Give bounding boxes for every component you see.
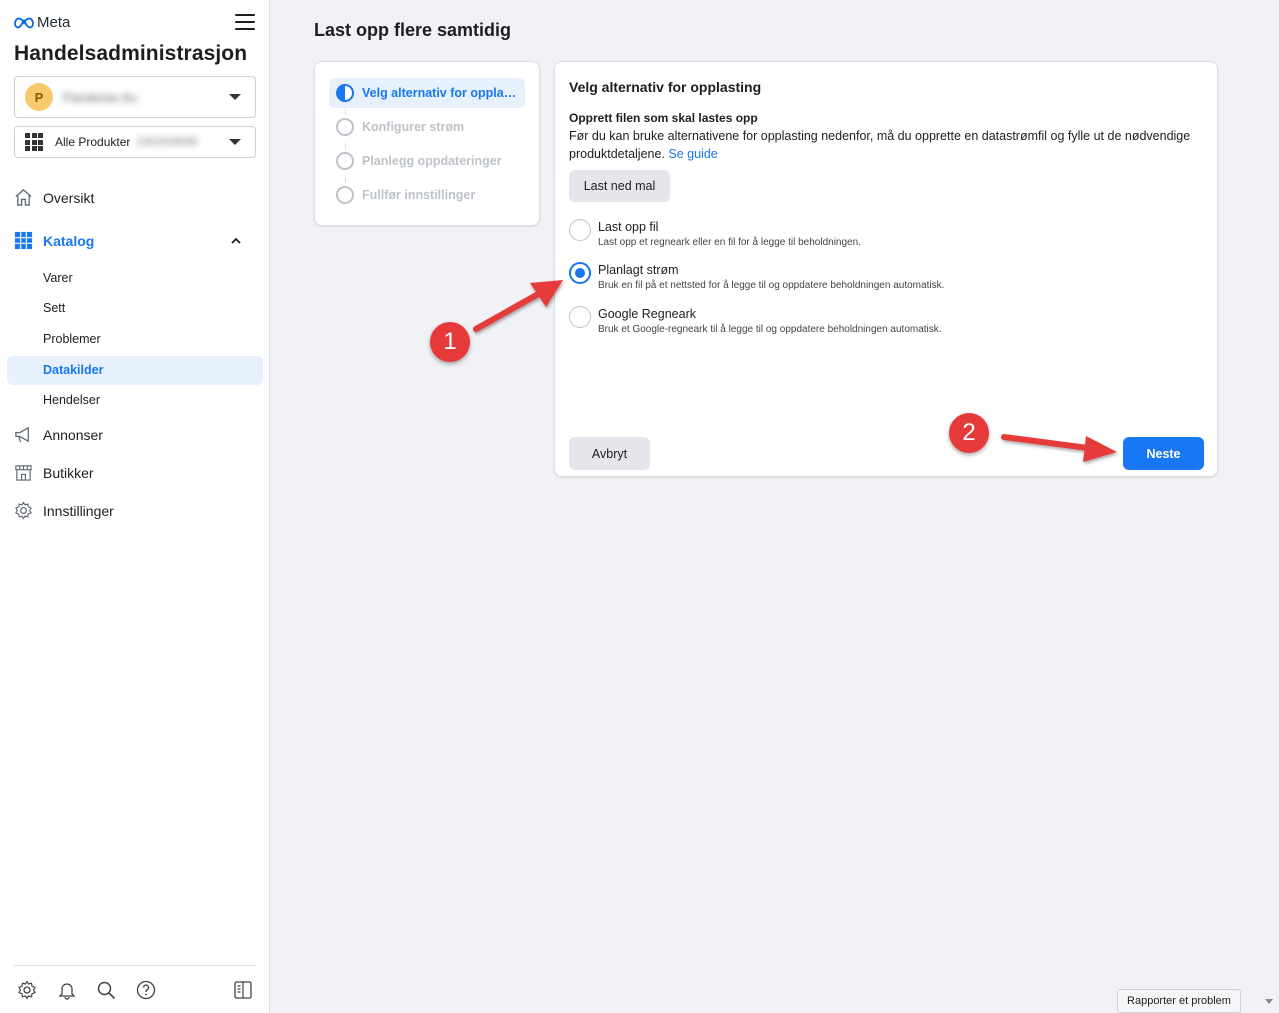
option-google-sheets[interactable]: Google Regneark Bruk et Google-regneark … [569, 306, 942, 335]
arrow-to-scheduled-feed [473, 280, 563, 332]
meta-logo[interactable]: Meta [14, 14, 70, 31]
home-icon [15, 189, 32, 206]
grid-icon [25, 133, 43, 151]
option-description: Bruk et Google-regneark til å legge til … [598, 324, 942, 335]
avatar: P [25, 83, 53, 111]
subnav-items[interactable]: Varer [43, 271, 73, 285]
option-label: Google Regneark [598, 307, 696, 321]
nav-overview-label: Oversikt [43, 189, 95, 206]
caret-down-icon [229, 139, 241, 145]
report-problem-button[interactable]: Rapporter et problem [1117, 989, 1241, 1013]
store-icon [15, 465, 32, 481]
see-guide-link[interactable]: Se guide [668, 147, 717, 161]
description-text: Før du kan bruke alternativene for oppla… [569, 129, 1191, 161]
subnav-sets[interactable]: Sett [43, 301, 65, 315]
meta-brand-text: Meta [37, 14, 71, 31]
card-subtitle: Opprett filen som skal lastes opp [569, 111, 758, 125]
nav-overview[interactable]: Oversikt [14, 188, 94, 207]
upload-option-card: Velg alternativ for opplasting Opprett f… [554, 61, 1218, 477]
radio-google-sheets[interactable] [569, 306, 591, 328]
help-icon[interactable] [136, 980, 156, 1000]
nav-catalog-label: Katalog [43, 232, 95, 249]
step-label: Fullfør innstillinger [362, 188, 476, 202]
settings-gear-icon[interactable] [17, 980, 37, 1000]
annotation-badge-2: 2 [949, 413, 989, 453]
option-label: Last opp fil [598, 220, 659, 234]
catalog-grid-icon [14, 231, 33, 250]
menu-icon[interactable] [235, 14, 255, 32]
sidebar-bottom-divider [14, 965, 256, 966]
radio-scheduled-feed[interactable] [569, 262, 591, 284]
page-title: Last opp flere samtidig [314, 20, 512, 40]
radio-upload-file[interactable] [569, 219, 591, 241]
sidebar: Meta Handelsadministrasjon P Pandoras As… [0, 0, 270, 1013]
download-template-button[interactable]: Last ned mal [569, 170, 670, 202]
option-description: Bruk en fil på et nettsted for å legge t… [598, 280, 945, 291]
account-selector[interactable]: P Pandoras As [14, 76, 256, 118]
next-button[interactable]: Neste [1123, 437, 1204, 470]
step-finish-settings[interactable]: Fullfør innstillinger [329, 180, 525, 210]
sidebar-toggle-icon[interactable] [233, 980, 253, 1000]
search-icon[interactable] [96, 980, 116, 1000]
nav-shops-label: Butikker [43, 464, 94, 481]
app-title: Handelsadministrasjon [14, 42, 248, 65]
nav-ads-label: Annonser [43, 426, 103, 443]
step-pending-icon [336, 186, 354, 204]
caret-down-icon [229, 94, 241, 100]
subnav-data-sources[interactable]: Datakilder [43, 363, 103, 377]
step-choose-upload-option[interactable]: Velg alternativ for opplasting [329, 78, 525, 108]
option-label: Planlagt strøm [598, 263, 679, 277]
steps-panel: Velg alternativ for opplasting Konfigure… [314, 61, 540, 226]
option-scheduled-feed[interactable]: Planlagt strøm Bruk en fil på et nettste… [569, 262, 944, 291]
cancel-button[interactable]: Avbryt [569, 437, 650, 470]
nav-shops[interactable]: Butikker [14, 463, 94, 482]
account-name: Pandoras As [63, 89, 137, 105]
product-selector-label: Alle Produkter [55, 135, 131, 149]
step-pending-icon [336, 152, 354, 170]
step-configure-feed[interactable]: Konfigurer strøm [329, 112, 525, 142]
product-selector-id: 1301918040 [136, 136, 198, 148]
nav-catalog[interactable]: Katalog [14, 231, 94, 250]
gear-icon [15, 501, 32, 520]
subnav-events[interactable]: Hendelser [43, 393, 100, 407]
card-title: Velg alternativ for opplasting [569, 79, 762, 95]
nav-settings-label: Innstillinger [43, 502, 114, 519]
bell-icon[interactable] [57, 980, 77, 1000]
step-label: Velg alternativ for opplasting [362, 86, 520, 100]
annotation-badge-1: 1 [430, 322, 470, 362]
product-selector[interactable]: Alle Produkter 1301918040 [14, 126, 256, 158]
megaphone-icon [15, 426, 29, 443]
chevron-up-icon[interactable] [231, 236, 241, 246]
option-description: Last opp et regneark eller en fil for å … [598, 237, 861, 248]
meta-infinity-icon [14, 17, 34, 28]
nav-settings[interactable]: Innstillinger [14, 501, 114, 520]
step-label: Planlegg oppdateringer [362, 154, 502, 168]
nav-ads[interactable]: Annonser [14, 425, 103, 444]
card-description: Før du kan bruke alternativene for oppla… [569, 127, 1209, 163]
step-schedule-updates[interactable]: Planlegg oppdateringer [329, 146, 525, 176]
step-pending-icon [336, 118, 354, 136]
step-label: Konfigurer strøm [362, 120, 465, 134]
subnav-problems[interactable]: Problemer [43, 332, 101, 346]
step-progress-icon [336, 84, 354, 102]
scroll-down-icon[interactable] [1265, 999, 1273, 1004]
option-upload-file[interactable]: Last opp fil Last opp et regneark eller … [569, 219, 861, 248]
